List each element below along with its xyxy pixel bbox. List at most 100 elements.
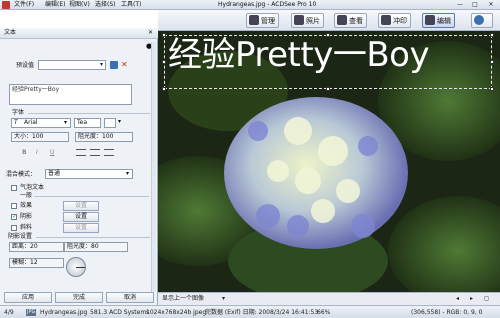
font-size-slider[interactable]: 大小：100	[11, 132, 69, 142]
chevron-right-icon[interactable]: ▸	[470, 294, 473, 303]
fit-icon[interactable]: ◻	[484, 294, 489, 303]
save-preset-icon[interactable]	[110, 61, 118, 69]
menu-view[interactable]: 视图(V)	[69, 1, 90, 9]
panel-scrollbar[interactable]	[151, 42, 156, 292]
resize-handle[interactable]	[162, 87, 166, 91]
file-size: 581.3 ACD Systems	[90, 309, 150, 316]
font-family-dropdown[interactable]: T Arial ▾	[11, 118, 71, 128]
menu-select[interactable]: 选择(S)	[95, 1, 116, 9]
exif-date: 完数据 (Exif) 日期: 2008/3/24 16:41:53	[205, 309, 319, 316]
bold-button[interactable]: B	[22, 149, 27, 157]
image-navigation-bar: 显示上一个图像 ▾ ◂ ▸ ◻	[158, 292, 500, 305]
divider	[28, 113, 150, 114]
chevron-down-icon: ▾	[126, 170, 130, 177]
mode-photos-label: 照片	[306, 17, 320, 25]
italic-button[interactable]: I	[36, 149, 38, 157]
globe-icon	[474, 15, 484, 25]
resize-handle[interactable]	[162, 33, 166, 37]
shadow-opacity-slider[interactable]: 阻光度：80	[64, 242, 128, 252]
resize-handle[interactable]	[162, 60, 166, 64]
mode-edit-button[interactable]: 编辑	[422, 13, 455, 28]
preset-label: 预设值	[16, 62, 35, 69]
align-center-icon[interactable]	[90, 149, 100, 156]
font-style-dropdown[interactable]: Tea	[74, 118, 101, 128]
panel-title: 文本	[4, 29, 17, 36]
effect-label: 效果	[20, 202, 33, 209]
file-name: Hydrangeas.jpg	[40, 309, 88, 316]
shadow-label: 阴影	[20, 213, 33, 220]
chevron-left-icon[interactable]: ◂	[456, 294, 459, 303]
mode-manage-label: 管理	[261, 17, 275, 25]
chevron-down-icon[interactable]: ▾	[222, 294, 225, 303]
image-dimensions: 1024x768x24b jpeg	[146, 309, 207, 316]
dial-needle	[76, 267, 85, 268]
text-tool-panel: 文本 ✕ ● 预设值 ▾ ✕ 经验Pretty一Boy 字体 T Arial ▾…	[0, 28, 158, 305]
menu-edit[interactable]: 编辑(E)	[45, 1, 65, 9]
mode-edit-label: 编辑	[437, 17, 451, 25]
panel-header: 文本 ✕	[0, 28, 158, 39]
image-index: 4/9	[4, 309, 14, 316]
text-selection-box[interactable]	[164, 35, 492, 89]
panel-close-icon[interactable]: ✕	[148, 29, 153, 37]
mode-view-button[interactable]: 查看	[334, 13, 367, 28]
underline-button[interactable]: U	[50, 149, 54, 157]
resize-handle[interactable]	[490, 87, 494, 91]
font-icon: T	[14, 119, 18, 126]
shadow-angle-dial[interactable]	[66, 257, 86, 277]
mode-photos-button[interactable]: 照片	[291, 13, 324, 28]
close-button[interactable]: ✕	[485, 1, 497, 9]
view-icon	[337, 15, 347, 25]
font-family-value: Arial	[24, 119, 38, 126]
app-logo-icon[interactable]	[2, 1, 10, 9]
mode-develop-button[interactable]: 冲印	[378, 13, 411, 28]
shadow-blur-label: 模糊：12	[12, 259, 38, 266]
status-bar: 4/9 JPG Hydrangeas.jpg 581.3 ACD Systems…	[0, 305, 500, 318]
window-title: Hydrangeas.jpg - ACDSee Pro 10	[218, 1, 317, 8]
zoom-level: 66%	[317, 309, 331, 316]
chevron-down-icon[interactable]: ▾	[118, 118, 121, 126]
blend-mode-dropdown[interactable]: 普通 ▾	[45, 169, 133, 179]
menu-file[interactable]: 文件(F)	[14, 1, 34, 9]
minimize-button[interactable]: —	[454, 1, 466, 9]
delete-preset-icon[interactable]: ✕	[121, 60, 128, 70]
cancel-button[interactable]: 取消	[106, 292, 154, 303]
shadow-distance-label: 距离：20	[12, 243, 38, 250]
maximize-button[interactable]: □	[469, 1, 481, 9]
text-input-value: 经验Pretty一Boy	[12, 86, 60, 93]
font-opacity-label: 阻光度：100	[78, 133, 114, 140]
menu-tools[interactable]: 工具(T)	[121, 1, 141, 9]
image-canvas[interactable]: 经验Pretty一Boy	[158, 31, 500, 292]
shadow-section-label: 阴影设置	[8, 233, 33, 240]
effect-checkbox[interactable]	[11, 203, 17, 209]
develop-icon	[381, 15, 391, 25]
resize-handle[interactable]	[490, 33, 494, 37]
effect-settings-button[interactable]: 设置	[63, 201, 99, 211]
previous-image-link[interactable]: 显示上一个图像	[162, 294, 204, 303]
align-left-icon[interactable]	[76, 149, 86, 156]
edit-icon	[425, 15, 435, 25]
font-color-swatch[interactable]	[104, 118, 116, 128]
mode-online-button[interactable]	[471, 13, 493, 28]
title-bar: 文件(F) 编辑(E) 视图(V) 选择(S) 工具(T) Hydrangeas…	[0, 0, 500, 10]
preset-dropdown[interactable]: ▾	[38, 60, 106, 70]
bevel-settings-button[interactable]: 设置	[63, 223, 99, 233]
resize-handle[interactable]	[326, 33, 330, 37]
shadow-settings-button[interactable]: 设置	[63, 212, 99, 222]
apply-button[interactable]: 应用	[4, 292, 52, 303]
text-input[interactable]: 经验Pretty一Boy	[9, 84, 132, 105]
bubble-text-checkbox[interactable]	[11, 185, 17, 191]
resize-handle[interactable]	[326, 87, 330, 91]
resize-handle[interactable]	[490, 60, 494, 64]
bevel-label: 斜料	[20, 224, 33, 231]
bubble-text-label: 气泡文本	[20, 184, 45, 191]
align-right-icon[interactable]	[104, 149, 114, 156]
jpg-badge: JPG	[26, 309, 37, 316]
shadow-blur-slider[interactable]: 模糊：12	[9, 258, 64, 268]
mode-manage-button[interactable]: 管理	[246, 13, 279, 28]
font-opacity-slider[interactable]: 阻光度：100	[75, 132, 133, 142]
done-button[interactable]: 完成	[55, 292, 103, 303]
shadow-checkbox[interactable]: ✓	[11, 213, 17, 220]
divider	[34, 196, 149, 197]
bevel-checkbox[interactable]	[11, 225, 17, 231]
shadow-distance-slider[interactable]: 距离：20	[9, 242, 64, 252]
